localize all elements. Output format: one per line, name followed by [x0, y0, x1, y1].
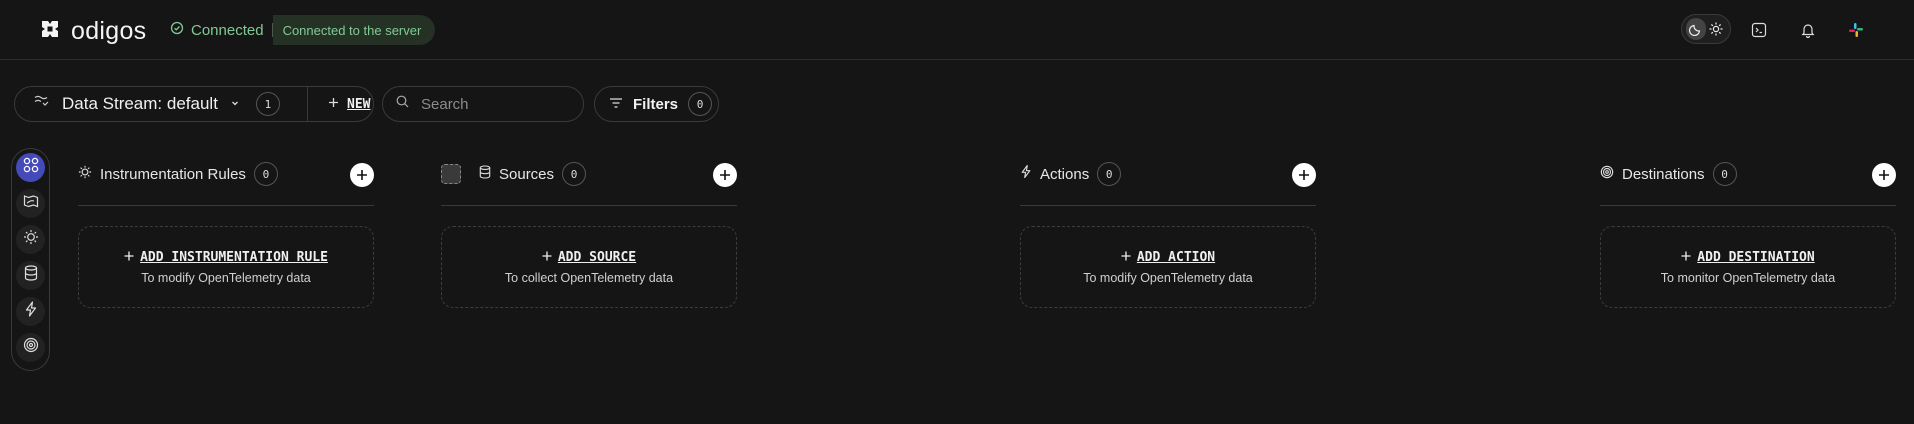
search-input[interactable]	[419, 94, 573, 114]
add-action-link[interactable]: ADD ACTION	[1121, 250, 1215, 265]
column-title: Destinations	[1622, 165, 1705, 183]
empty-state-card: ADD ACTION To modify OpenTelemetry data	[1020, 226, 1316, 308]
search-icon	[396, 95, 409, 113]
overview-icon	[23, 157, 39, 178]
filters-button[interactable]: Filters 0	[594, 86, 719, 122]
plus-icon	[328, 97, 339, 112]
card-subtitle: To modify OpenTelemetry data	[1083, 270, 1253, 285]
destinations-icon	[23, 337, 39, 358]
add-source-button[interactable]	[713, 163, 737, 187]
nav-destinations[interactable]	[16, 333, 45, 362]
connection-status: Connected Connected to the server	[166, 15, 436, 45]
select-all-checkbox[interactable]	[441, 164, 461, 184]
destinations-icon	[1600, 165, 1614, 184]
filters-count: 0	[688, 92, 713, 116]
theme-toggle[interactable]	[1681, 14, 1731, 44]
empty-state-card: ADD DESTINATION To monitor OpenTelemetry…	[1600, 226, 1896, 308]
column-count: 0	[1097, 162, 1122, 186]
actions-icon	[1020, 164, 1032, 184]
nav-actions[interactable]	[16, 297, 45, 326]
add-link-label: ADD ACTION	[1136, 249, 1216, 265]
actions-icon	[24, 301, 38, 322]
data-stream-icon	[34, 95, 50, 114]
data-stream-selector: Data Stream: default 1 NEW	[14, 86, 374, 122]
top-bar: odigos Connected Connected to the server	[0, 0, 1914, 60]
add-source-link[interactable]: ADD SOURCE	[542, 250, 636, 265]
card-subtitle: To modify OpenTelemetry data	[141, 270, 311, 285]
column-count: 0	[1712, 162, 1737, 186]
column-instrumentation-rules: Instrumentation Rules 0 ADD INSTRUMENTAT…	[78, 160, 374, 308]
add-link-label: ADD INSTRUMENTATION RULE	[140, 249, 328, 265]
add-link-label: ADD SOURCE	[557, 249, 637, 265]
map-icon	[23, 194, 39, 213]
nav-instrumentation-rules[interactable]	[16, 225, 45, 254]
add-instrumentation-rule-link[interactable]: ADD INSTRUMENTATION RULE	[124, 250, 328, 265]
column-count: 0	[562, 162, 587, 186]
filter-icon	[609, 96, 623, 113]
search-field[interactable]	[382, 86, 584, 122]
column-divider	[1600, 205, 1896, 206]
column-title: Sources	[499, 165, 555, 183]
sun-icon[interactable]	[1706, 18, 1726, 40]
chevron-down-icon	[230, 95, 240, 113]
logo-text: odigos	[71, 17, 147, 45]
status-message: Connected to the server	[272, 15, 436, 45]
plus-icon	[1121, 250, 1131, 265]
column-destinations: Destinations 0 ADD DESTINATION To monito…	[1600, 160, 1896, 308]
column-divider	[441, 205, 737, 206]
odigos-logo-icon	[41, 20, 59, 43]
add-action-button[interactable]	[1292, 163, 1316, 187]
status-label: Connected	[191, 21, 264, 39]
column-count: 0	[253, 162, 278, 186]
empty-state-card: ADD SOURCE To collect OpenTelemetry data	[441, 226, 737, 308]
column-divider	[78, 205, 374, 206]
column-sources: Sources 0 ADD SOURCE To collect OpenTele…	[441, 160, 737, 308]
moon-icon[interactable]	[1686, 18, 1706, 40]
nav-service-map[interactable]	[16, 189, 45, 218]
slack-icon[interactable]	[1843, 17, 1869, 43]
nav-sources[interactable]	[16, 261, 45, 290]
terminal-icon[interactable]	[1746, 17, 1772, 43]
data-stream-count: 1	[255, 92, 280, 116]
plus-icon	[124, 250, 134, 265]
bell-icon[interactable]	[1795, 17, 1821, 43]
column-divider	[1020, 205, 1316, 206]
plus-icon	[1681, 250, 1691, 265]
column-title: Actions	[1040, 165, 1090, 183]
empty-state-card: ADD INSTRUMENTATION RULE To modify OpenT…	[78, 226, 374, 308]
new-button-label: NEW	[347, 96, 371, 112]
add-destination-button[interactable]	[1872, 163, 1896, 187]
plus-icon	[542, 250, 552, 265]
data-stream-label: Data Stream: default	[62, 94, 218, 113]
check-circle-icon	[170, 21, 184, 39]
sources-icon	[24, 265, 38, 286]
column-title: Instrumentation Rules	[100, 165, 246, 183]
side-navigation	[11, 148, 50, 371]
nav-overview[interactable]	[16, 153, 45, 182]
card-subtitle: To collect OpenTelemetry data	[504, 270, 674, 285]
filters-label: Filters	[633, 95, 679, 113]
data-stream-dropdown[interactable]: Data Stream: default 1	[15, 92, 307, 116]
instrumentation-icon	[78, 165, 92, 184]
instrumentation-icon	[23, 229, 39, 250]
add-instrumentation-rule-button[interactable]	[350, 163, 374, 187]
add-destination-link[interactable]: ADD DESTINATION	[1681, 249, 1815, 265]
add-link-label: ADD DESTINATION	[1697, 249, 1815, 265]
sources-icon	[479, 164, 491, 184]
new-data-stream-button[interactable]: NEW	[308, 97, 370, 112]
card-subtitle: To monitor OpenTelemetry data	[1660, 270, 1836, 285]
logo[interactable]: odigos	[41, 17, 146, 46]
column-actions: Actions 0 ADD ACTION To modify OpenTelem…	[1020, 160, 1316, 308]
